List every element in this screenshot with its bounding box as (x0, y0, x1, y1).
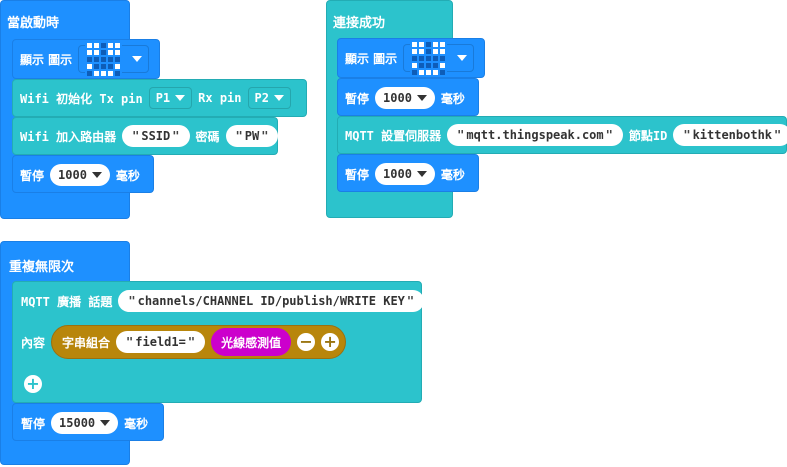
mqtt-publish-block[interactable]: MQTT 廣播 話題 " channels/CHANNEL ID/publish/… (12, 281, 425, 403)
caret-down-icon (91, 172, 102, 178)
pause-unit: 毫秒 (124, 416, 149, 431)
pause-unit: 毫秒 (440, 167, 465, 182)
pause-duration-dropdown[interactable]: 1000 (375, 87, 435, 109)
tx-pin-dropdown[interactable]: P1 (148, 87, 193, 109)
caret-down-icon (175, 95, 186, 101)
node-id-label: 節點ID (628, 128, 668, 143)
field-input[interactable]: " field1= " (116, 331, 206, 353)
minus-icon[interactable]: − (297, 333, 316, 351)
pause-block-4[interactable]: 暫停 15000 毫秒 (12, 403, 164, 441)
pause-block-1[interactable]: 暫停 1000 毫秒 (12, 155, 154, 193)
join-string-block[interactable]: 字串組合 " field1= " 光線感測值 − + (51, 325, 347, 359)
pause-block-3[interactable]: 暫停 1000 毫秒 (337, 154, 479, 192)
on-connected-header: 連接成功 (333, 16, 386, 31)
password-label: 密碼 (195, 129, 220, 144)
pause-label: 暫停 (21, 416, 46, 431)
content-label: 內容 (21, 335, 46, 350)
wifi-router-label: Wifi 加入路由器 (20, 129, 117, 144)
icon-dropdown[interactable] (403, 39, 475, 77)
server-input[interactable]: " mqtt.thingspeak.com " (447, 124, 623, 146)
node-id-input[interactable]: " kittenbothk " (673, 124, 787, 146)
plus-icon[interactable]: + (24, 375, 42, 393)
pause-label: 暫停 (20, 168, 45, 183)
caret-down-icon (457, 55, 468, 61)
show-icon-block-1[interactable]: 顯示 圖示 (12, 39, 160, 79)
mqtt-server-label: MQTT 設置伺服器 (345, 128, 442, 143)
mqtt-server-block[interactable]: MQTT 設置伺服器 " mqtt.thingspeak.com " 節點ID " k… (337, 116, 787, 154)
pause-label: 暫停 (345, 91, 370, 106)
pause-label: 暫停 (345, 167, 370, 182)
wifi-init-block[interactable]: Wifi 初始化 Tx pin P1 Rx pin P2 (12, 79, 307, 117)
wifi-init-label: Wifi 初始化 Tx pin (20, 91, 143, 106)
rx-pin-dropdown[interactable]: P2 (247, 87, 291, 109)
mqtt-publish-label: MQTT 廣播 話題 (21, 294, 113, 309)
show-icon-label: 顯示 圖示 (20, 52, 73, 67)
caret-down-icon (132, 56, 143, 62)
show-icon-block-2[interactable]: 顯示 圖示 (337, 38, 485, 78)
caret-down-icon (273, 95, 284, 101)
light-sensor-block[interactable]: 光線感測值 (211, 328, 292, 356)
pause-block-2[interactable]: 暫停 1000 毫秒 (337, 78, 479, 116)
topic-input[interactable]: " channels/CHANNEL ID/publish/WRITE KEY " (118, 290, 425, 312)
pause-duration-dropdown[interactable]: 1000 (50, 164, 110, 186)
join-string-label: 字串組合 (62, 335, 111, 350)
ssid-input[interactable]: " SSID " (122, 125, 190, 147)
plus-icon[interactable]: + (321, 333, 340, 351)
pause-duration-dropdown[interactable]: 15000 (51, 412, 119, 434)
caret-down-icon (100, 420, 111, 426)
rx-pin-label: Rx pin (198, 91, 242, 105)
wifi-router-block[interactable]: Wifi 加入路由器 " SSID " 密碼 " PW " (12, 117, 279, 155)
caret-down-icon (416, 95, 427, 101)
pause-unit: 毫秒 (440, 91, 465, 106)
password-input[interactable]: " PW " (225, 125, 279, 147)
happy-face-icon (410, 39, 448, 77)
show-icon-label: 顯示 圖示 (345, 51, 398, 66)
happy-face-icon (85, 40, 123, 78)
on-start-header: 當啟動時 (7, 16, 60, 31)
forever-header: 重複無限次 (9, 260, 75, 275)
pause-unit: 毫秒 (115, 168, 140, 183)
icon-dropdown[interactable] (78, 40, 150, 78)
pause-duration-dropdown[interactable]: 1000 (375, 163, 435, 185)
caret-down-icon (416, 171, 427, 177)
